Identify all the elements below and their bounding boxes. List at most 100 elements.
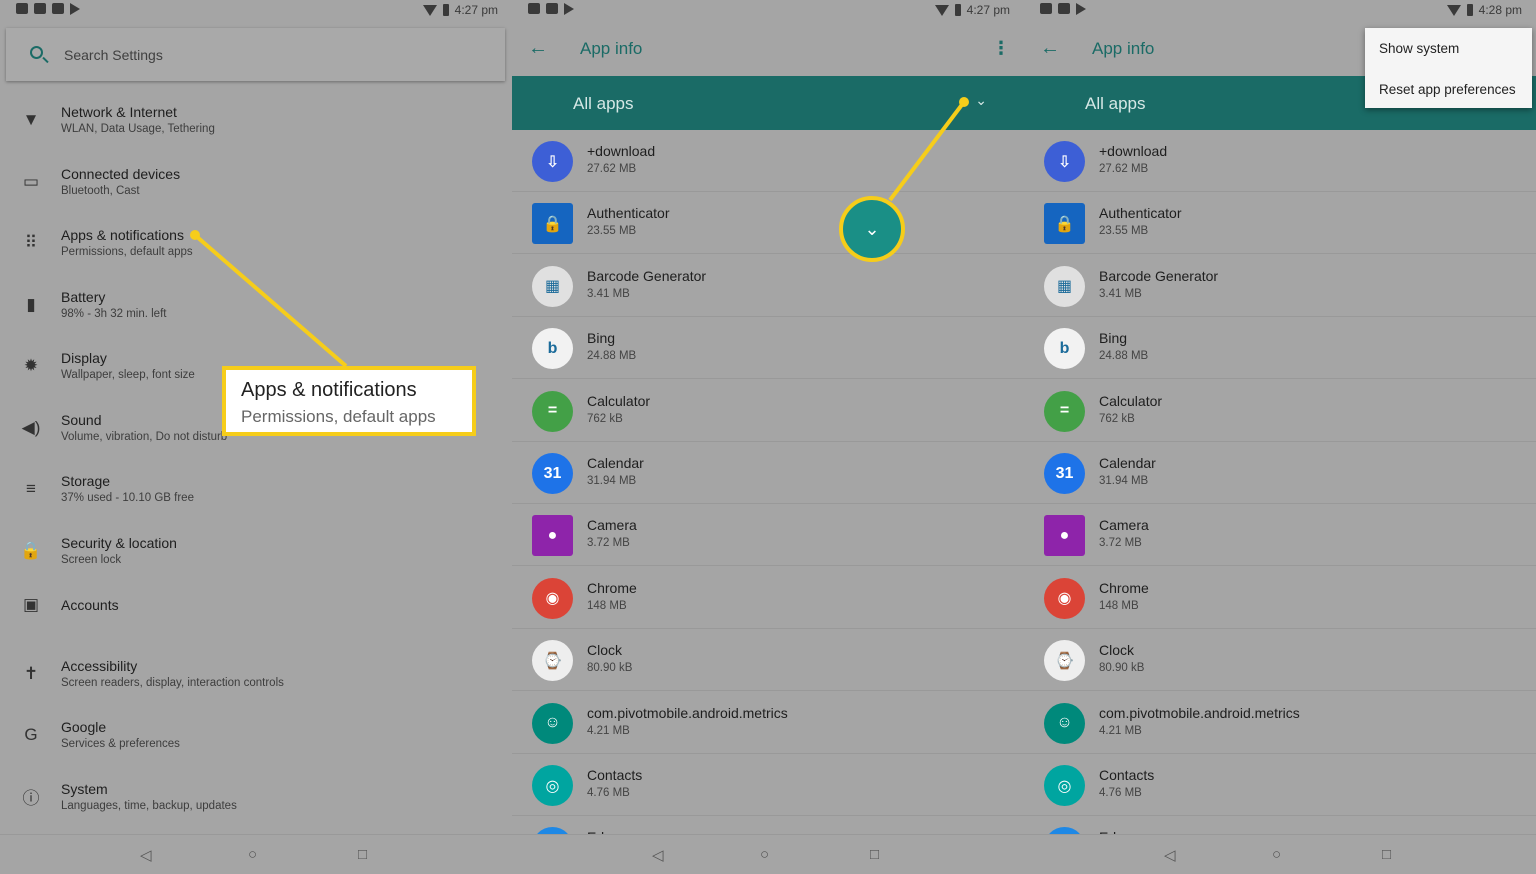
- settings-item-title: Security & location: [61, 534, 177, 551]
- settings-item-subtitle: Wallpaper, sleep, font size: [61, 369, 195, 381]
- home-nav-icon[interactable]: ○: [248, 846, 257, 863]
- app-name: Contacts: [587, 767, 643, 783]
- settings-item[interactable]: ▣ Accounts: [0, 589, 512, 651]
- back-arrow-icon[interactable]: ←: [528, 38, 548, 58]
- settings-item-title: Storage: [61, 473, 111, 489]
- filter-label: All apps: [573, 94, 634, 113]
- back-arrow-icon[interactable]: ←: [1040, 38, 1060, 58]
- status-bar: 4:28 pm: [1024, 0, 1536, 20]
- app-list-item[interactable]: 31 Calendar 31.94 MB: [1024, 442, 1536, 504]
- menu-item-show-system[interactable]: Show system: [1379, 41, 1459, 56]
- app-list-item[interactable]: ⇩ +download 27.62 MB: [1024, 130, 1536, 192]
- app-icon: ●: [1044, 515, 1085, 557]
- settings-item-subtitle: Screen readers, display, interaction con…: [61, 676, 284, 689]
- app-list-item[interactable]: 🔒 Authenticator 23.55 MB: [1024, 192, 1536, 255]
- app-size: 3.41 MB: [1099, 287, 1142, 300]
- settings-item[interactable]: ▭ Connected devices Bluetooth, Cast: [0, 159, 512, 221]
- wifi-icon: ▼: [22, 110, 40, 129]
- settings-item[interactable]: ▼ Network & Internet WLAN, Data Usage, Tet…: [0, 97, 512, 159]
- chevron-down-icon[interactable]: ⌄: [975, 92, 987, 109]
- cloud-icon: [34, 3, 46, 14]
- dropdown-zoom-icon: ⌄: [839, 196, 905, 262]
- settings-item[interactable]: ▮ Battery 98% - 3h 32 min. left: [0, 282, 512, 344]
- app-list-item[interactable]: ⌚ Clock 80.90 kB: [512, 629, 1024, 692]
- filter-bar[interactable]: All apps ⌄: [512, 76, 1024, 130]
- settings-item[interactable]: ⠿ Apps & notifications Permissions, defaul…: [0, 220, 512, 282]
- nav-bar: ◁ ○ □: [1024, 834, 1536, 874]
- app-name: Barcode Generator: [1099, 267, 1219, 284]
- app-list-item[interactable]: ▦ Barcode Generator 3.41 MB: [1024, 255, 1536, 317]
- back-nav-icon[interactable]: ◁: [140, 846, 152, 864]
- play-store-icon: [564, 3, 574, 15]
- settings-item[interactable]: ✝ Accessibility Screen readers, display, i…: [0, 651, 512, 713]
- settings-item[interactable]: ≡ Storage 37% used - 10.10 GB free: [0, 466, 512, 528]
- settings-item-title: Accounts: [61, 597, 119, 613]
- app-list-item[interactable]: ⇩ +download 27.62 MB: [512, 130, 1024, 192]
- app-icon: ▦: [1044, 265, 1085, 307]
- app-list-item[interactable]: ◎ Contacts 4.76 MB: [1024, 754, 1536, 816]
- app-size: 31.94 MB: [1099, 475, 1149, 487]
- app-list-item[interactable]: ◎ Contacts 4.76 MB: [512, 754, 1024, 816]
- accessibility-icon: ✝: [23, 663, 39, 683]
- app-list-item[interactable]: b Bing 24.88 MB: [512, 317, 1024, 380]
- app-list-item[interactable]: = Calculator 762 kB: [512, 380, 1024, 442]
- recents-nav-icon[interactable]: □: [870, 846, 879, 863]
- app-icon: ⇩: [532, 141, 573, 182]
- app-list-item[interactable]: ● Camera 3.72 MB: [1024, 504, 1536, 567]
- search-bar[interactable]: Search Settings: [6, 28, 505, 81]
- lock-icon: 🔒: [20, 540, 42, 560]
- app-bar: ← App info ⋮: [512, 20, 1024, 76]
- app-size: 4.76 MB: [587, 787, 630, 799]
- back-nav-icon[interactable]: ◁: [652, 846, 664, 864]
- app-list-item[interactable]: ● Camera 3.72 MB: [512, 504, 1024, 567]
- app-list-item[interactable]: ◉ Chrome 148 MB: [512, 567, 1024, 629]
- app-name: Clock: [587, 642, 623, 659]
- home-nav-icon[interactable]: ○: [1272, 846, 1281, 863]
- app-list-item[interactable]: b Bing 24.88 MB: [1024, 317, 1536, 380]
- app-size: 23.55 MB: [587, 225, 637, 238]
- app-name: Bing: [587, 330, 616, 347]
- menu-item-reset-app-preferences[interactable]: Reset app preferences: [1379, 82, 1516, 97]
- settings-item-subtitle: 37% used - 10.10 GB free: [61, 492, 194, 504]
- app-list-item[interactable]: 🔒 Authenticator 23.55 MB: [512, 192, 1024, 255]
- app-list-item[interactable]: ⌚ Clock 80.90 kB: [1024, 629, 1536, 692]
- app-icon: b: [532, 328, 573, 370]
- app-list-item[interactable]: ▦ Barcode Generator 3.41 MB: [512, 255, 1024, 317]
- app-name: Authenticator: [1099, 205, 1182, 222]
- back-nav-icon[interactable]: ◁: [1164, 846, 1176, 864]
- app-size: 80.90 kB: [587, 662, 633, 675]
- app-size: 27.62 MB: [587, 163, 637, 175]
- play-store-icon: [1076, 3, 1086, 15]
- app-list-item[interactable]: ◉ Chrome 148 MB: [1024, 567, 1536, 629]
- battery-icon: ▮: [26, 294, 36, 314]
- app-name: Clock: [1099, 642, 1135, 659]
- settings-item[interactable]: ⓘ System Languages, time, backup, updates: [0, 774, 512, 836]
- recents-nav-icon[interactable]: □: [1382, 846, 1391, 863]
- wifi-status-icon: [422, 4, 437, 16]
- app-icon: ◎: [1044, 765, 1085, 806]
- settings-item-subtitle: Services & preferences: [61, 738, 180, 750]
- search-icon: [30, 46, 43, 59]
- app-list-item[interactable]: = Calculator 762 kB: [1024, 380, 1536, 442]
- app-list-item[interactable]: 31 Calendar 31.94 MB: [512, 442, 1024, 504]
- accounts-icon: ▣: [22, 595, 40, 614]
- wifi-status-icon: [1446, 4, 1461, 16]
- more-vert-icon[interactable]: ⋮: [992, 39, 1010, 57]
- app-list-item[interactable]: ☺ com.pivotmobile.android.metrics 4.21 MB: [1024, 692, 1536, 754]
- recents-nav-icon[interactable]: □: [358, 846, 367, 863]
- app-icon: ◉: [532, 577, 573, 619]
- app-size: 23.55 MB: [1099, 225, 1149, 238]
- settings-item[interactable]: 🔒 Security & location Screen lock: [0, 528, 512, 590]
- app-size: 3.72 MB: [587, 537, 630, 550]
- settings-item[interactable]: G Google Services & preferences: [0, 712, 512, 774]
- wifi-status-icon: [934, 4, 949, 16]
- app-name: +download: [1099, 143, 1168, 159]
- status-time: 4:27 pm: [966, 3, 1010, 17]
- status-time: 4:28 pm: [1478, 3, 1522, 17]
- app-list-item[interactable]: ☺ com.pivotmobile.android.metrics 4.21 MB: [512, 692, 1024, 754]
- app-name: Camera: [587, 517, 637, 534]
- home-nav-icon[interactable]: ○: [760, 846, 769, 863]
- status-bar: 4:27 pm: [0, 0, 512, 20]
- notification-icon: [16, 3, 28, 14]
- app-info-menu-panel: 4:28 pm ← App info All apps ⇩ +download 27…: [1024, 0, 1536, 874]
